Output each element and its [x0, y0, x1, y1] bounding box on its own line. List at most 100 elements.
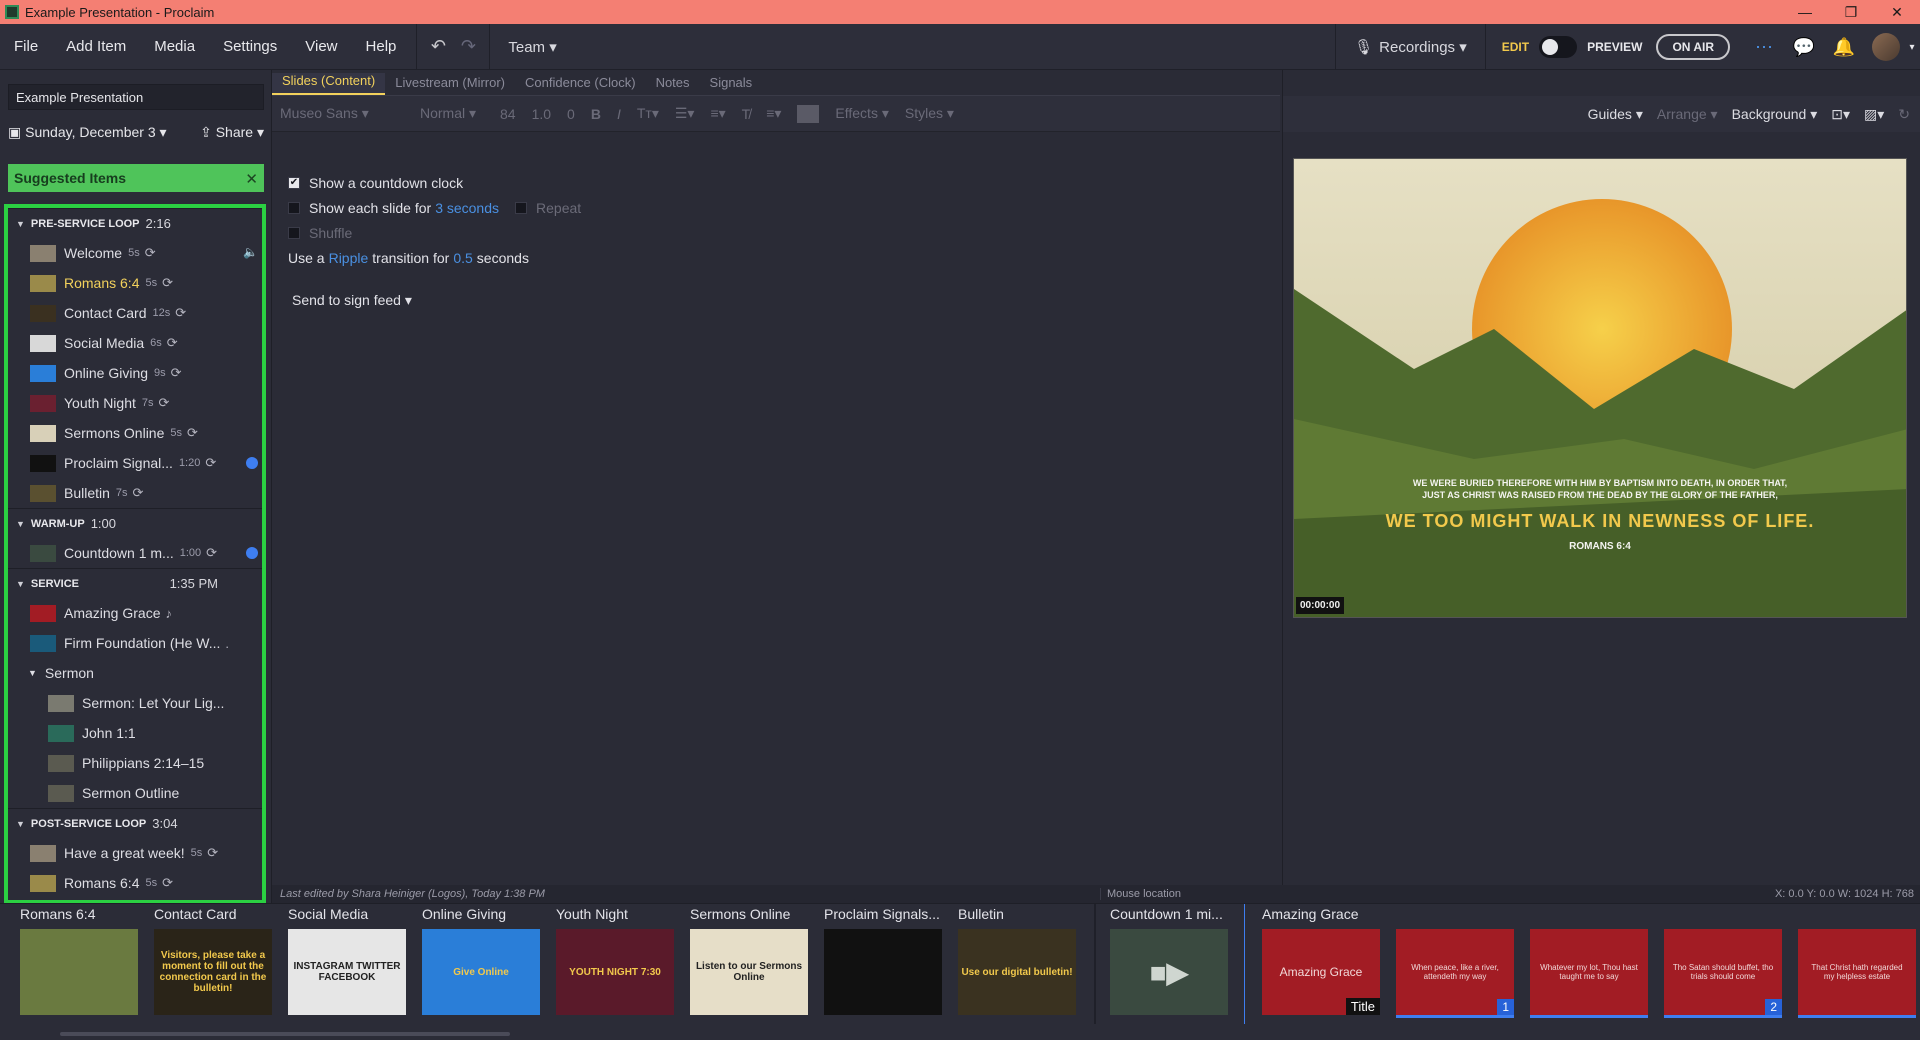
font-size-field[interactable]: 84 — [492, 106, 524, 122]
song-slide[interactable]: When peace, like a river, attendeth my w… — [1396, 929, 1514, 1018]
tab-livestream-mirror[interactable]: Livestream (Mirror) — [385, 75, 515, 95]
section-header[interactable]: ▼ PRE-SERVICE LOOP 2:16 — [8, 208, 262, 238]
restore-button[interactable]: ❐ — [1828, 0, 1874, 24]
filmstrip-scrollbar[interactable] — [60, 1032, 510, 1036]
service-item[interactable]: Proclaim Signal... 1:20 ⟳ — [8, 448, 262, 478]
fill-color-swatch[interactable] — [797, 104, 820, 123]
image-icon[interactable]: ▨▾ — [1864, 106, 1884, 123]
shuffle-checkbox[interactable] — [288, 226, 300, 239]
menu-media[interactable]: Media — [140, 38, 209, 55]
service-item[interactable]: Countdown 1 m... 1:00 ⟳ — [8, 538, 262, 568]
countdown-checkbox[interactable]: ✔ — [288, 176, 300, 189]
background-dropdown[interactable]: Background ▾ — [1732, 106, 1818, 123]
menu-file[interactable]: File — [0, 38, 52, 55]
tab-signals[interactable]: Signals — [700, 75, 763, 95]
triangle-down-icon[interactable]: ▼ — [16, 519, 25, 529]
menu-settings[interactable]: Settings — [209, 38, 291, 55]
user-avatar[interactable] — [1872, 33, 1900, 61]
date-dropdown[interactable]: ▣ Sunday, December 3 ▾ — [8, 124, 167, 141]
notifications-bell-icon[interactable]: 🔔 — [1824, 24, 1864, 70]
font-style-select[interactable]: Normal ▾ — [412, 105, 492, 122]
menu-help[interactable]: Help — [352, 38, 411, 55]
presentation-name-field[interactable]: Example Presentation — [8, 84, 264, 110]
sign-feed-dropdown[interactable]: Send to sign feed ▾ — [292, 292, 412, 309]
recordings-dropdown[interactable]: 🎙 Recordings ▾ — [1335, 24, 1486, 70]
service-item[interactable]: John 1:1 — [8, 718, 262, 748]
triangle-down-icon[interactable]: ▼ — [28, 668, 37, 678]
line-height-field[interactable]: 1.0 — [524, 106, 559, 122]
refresh-icon[interactable]: ↻ — [1898, 106, 1910, 123]
close-button[interactable]: ✕ — [1874, 0, 1920, 24]
song-slide[interactable]: That Christ hath regarded my helpless es… — [1798, 929, 1916, 1018]
service-item[interactable]: Sermon Outline — [8, 778, 262, 808]
preview-reference: ROMANS 6:4 — [1569, 541, 1631, 552]
slide-duration-checkbox[interactable] — [288, 201, 300, 214]
slide-preview[interactable]: WE WERE BURIED THEREFORE WITH HIM BY BAP… — [1293, 158, 1907, 618]
italic-icon[interactable]: I — [609, 106, 629, 122]
song-slide[interactable]: Whatever my lot, Thou hast taught me to … — [1530, 929, 1648, 1018]
menu-add-item[interactable]: Add Item — [52, 38, 140, 55]
arrange-dropdown[interactable]: Arrange ▾ — [1657, 106, 1718, 123]
share-label: Share ▾ — [215, 124, 264, 140]
service-item[interactable]: Welcome 5s ⟳ 🔈 — [8, 238, 262, 268]
close-icon[interactable]: ✕ — [245, 170, 258, 188]
transition-type-link[interactable]: Ripple — [329, 250, 369, 266]
triangle-down-icon[interactable]: ▼ — [16, 579, 25, 589]
service-item[interactable]: Romans 6:4 5s ⟳ — [8, 868, 262, 898]
font-family-select[interactable]: Museo Sans ▾ — [272, 105, 412, 122]
chevron-down-icon[interactable]: ▾ — [1904, 24, 1920, 70]
bold-icon[interactable]: B — [583, 106, 609, 122]
section-header[interactable]: ▼ SERVICE 1:35 PM — [8, 568, 262, 598]
song-slide[interactable]: Tho Satan should buffet, tho trials shou… — [1664, 929, 1782, 1018]
text-transform-icon[interactable]: Tт▾ — [629, 105, 667, 122]
tab-slides-content[interactable]: Slides (Content) — [272, 73, 386, 95]
slide-group-underline — [1530, 1015, 1648, 1018]
sermon-folder[interactable]: ▼ Sermon — [8, 658, 262, 688]
edit-preview-toggle[interactable] — [1539, 36, 1578, 58]
effects-dropdown[interactable]: Effects ▾ — [827, 105, 896, 122]
service-item[interactable]: Philippians 2:14–15 — [8, 748, 262, 778]
guides-dropdown[interactable]: Guides ▾ — [1588, 106, 1643, 123]
speaker-icon: 🔈 — [243, 245, 258, 259]
team-dropdown[interactable]: Team ▾ — [496, 38, 568, 56]
letter-spacing-field[interactable]: 0 — [559, 106, 583, 122]
service-item[interactable]: Contact Card 12s ⟳ — [8, 298, 262, 328]
triangle-down-icon[interactable]: ▼ — [16, 219, 25, 229]
slide-group-underline — [1396, 1015, 1514, 1018]
service-item[interactable]: Amazing Grace ♪ — [8, 598, 262, 628]
on-air-button[interactable]: ON AIR — [1656, 34, 1730, 60]
service-item[interactable]: Romans 6:4 5s ⟳ — [8, 268, 262, 298]
share-dropdown[interactable]: ⇪ Share ▾ — [200, 124, 264, 141]
slide-duration-link[interactable]: 3 seconds — [435, 200, 499, 216]
undo-icon[interactable]: ↶ — [423, 36, 453, 57]
item-thumbnail — [30, 364, 56, 382]
redo-icon[interactable]: ↷ — [453, 36, 483, 57]
tab-confidence-clock[interactable]: Confidence (Clock) — [515, 75, 646, 95]
service-item[interactable]: Sermon: Let Your Lig... — [8, 688, 262, 718]
minimize-button[interactable]: — — [1782, 0, 1828, 24]
align-icon[interactable]: ≡▾ — [758, 105, 789, 122]
service-item[interactable]: Sermons Online 5s ⟳ — [8, 418, 262, 448]
section-header[interactable]: ▼ WARM-UP 1:00 — [8, 508, 262, 538]
section-header[interactable]: ▼ POST-SERVICE LOOP 3:04 — [8, 808, 262, 838]
service-item[interactable]: Youth Night 7s ⟳ — [8, 388, 262, 418]
text-box-icon[interactable]: ⊡▾ — [1831, 106, 1850, 123]
transition-duration-link[interactable]: 0.5 — [453, 250, 472, 266]
tab-notes[interactable]: Notes — [646, 75, 700, 95]
bullet-list-icon[interactable]: ☰▾ — [667, 105, 703, 122]
suggested-items-banner[interactable]: Suggested Items ✕ — [8, 164, 264, 192]
repeat-checkbox[interactable] — [515, 201, 528, 214]
service-item[interactable]: Have a great week! 5s ⟳ — [8, 838, 262, 868]
service-item[interactable]: Social Media 6s ⟳ — [8, 328, 262, 358]
styles-dropdown[interactable]: Styles ▾ — [897, 105, 962, 122]
chat-icon[interactable]: 💬 — [1784, 24, 1824, 70]
song-slide[interactable]: Amazing Grace Title — [1262, 929, 1380, 1015]
service-item[interactable]: Bulletin 7s ⟳ — [8, 478, 262, 508]
clear-format-icon[interactable]: T̸ — [734, 106, 759, 122]
more-options-icon[interactable]: ⋯ — [1744, 24, 1784, 70]
menu-view[interactable]: View — [291, 38, 351, 55]
service-item[interactable]: Online Giving 9s ⟳ — [8, 358, 262, 388]
service-item[interactable]: Firm Foundation (He W.... — [8, 628, 262, 658]
triangle-down-icon[interactable]: ▼ — [16, 819, 25, 829]
numbered-list-icon[interactable]: ≡▾ — [702, 105, 733, 122]
